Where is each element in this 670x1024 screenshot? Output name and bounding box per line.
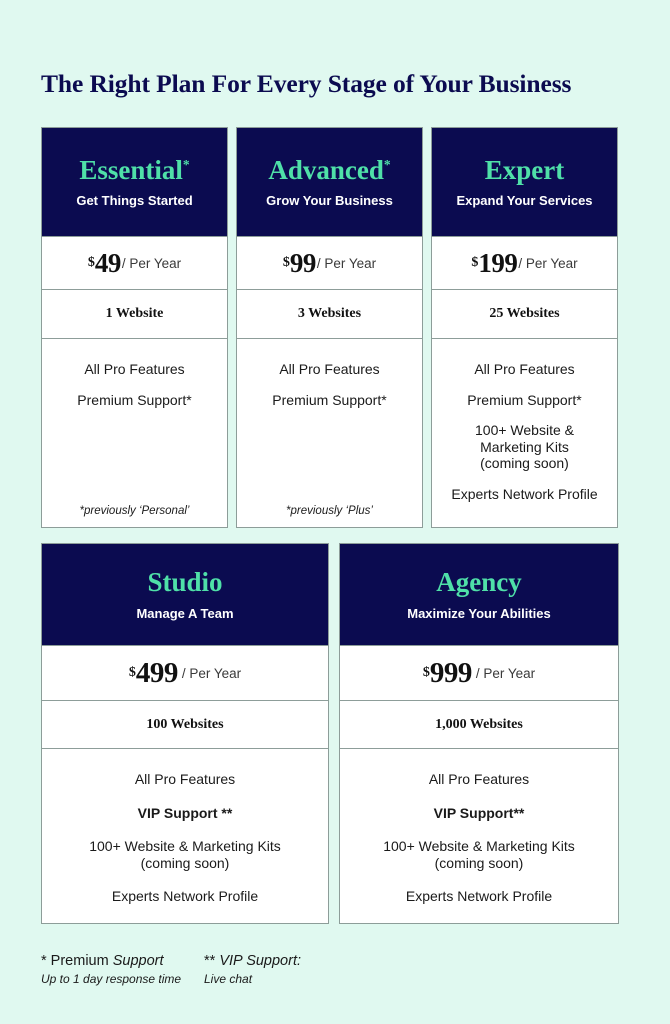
- feature-item: All Pro Features: [279, 361, 380, 377]
- legend-term-text: VIP Support:: [219, 953, 302, 969]
- plan-price-studio: $ 499 / Per Year: [42, 645, 328, 700]
- price-amount: 199: [478, 247, 518, 278]
- plan-features-expert: All Pro Features Premium Support* 100+ W…: [432, 338, 617, 527]
- price-period: / Per Year: [518, 255, 578, 271]
- feature-item: Premium Support*: [77, 391, 192, 408]
- plan-header-agency: Agency Maximize Your Abilities: [340, 544, 618, 645]
- plan-tagline-expert: Expand Your Services: [456, 192, 593, 208]
- price-amount: 999: [429, 656, 473, 689]
- plan-price-advanced: $ 99 / Per Year: [237, 236, 422, 289]
- plan-websites-agency: 1,000 Websites: [340, 700, 618, 748]
- legend-marker: * Premium: [41, 953, 113, 969]
- plan-footnote-essential: *previously ‘Personal’: [79, 505, 190, 517]
- plan-footnote-advanced: *previously ‘Plus’: [286, 505, 373, 517]
- plan-card-agency[interactable]: Agency Maximize Your Abilities $ 999 / P…: [339, 543, 619, 924]
- plan-card-expert[interactable]: Expert Expand Your Services $ 199 / Per …: [431, 127, 618, 528]
- plan-price-essential: $ 49 / Per Year: [42, 236, 227, 289]
- price-amount: 49: [94, 247, 122, 278]
- plan-header-studio: Studio Manage A Team: [42, 544, 328, 645]
- price-period: / Per Year: [475, 665, 536, 681]
- plan-name-asterisk: *: [182, 156, 190, 172]
- plan-card-advanced[interactable]: Advanced* Grow Your Business $ 99 / Per …: [236, 127, 423, 528]
- plan-price-agency: $ 999 / Per Year: [340, 645, 618, 700]
- plan-tagline-advanced: Grow Your Business: [266, 192, 393, 208]
- plan-header-expert: Expert Expand Your Services: [432, 128, 617, 236]
- price-period: / Per Year: [121, 255, 182, 271]
- price-period: / Per Year: [181, 665, 242, 681]
- plan-name-text: Expert: [484, 154, 565, 185]
- pricing-page: The Right Plan For Every Stage of Your B…: [0, 0, 670, 1024]
- plan-features-agency: All Pro Features VIP Support** 100+ Webs…: [340, 748, 618, 923]
- page-title: The Right Plan For Every Stage of Your B…: [41, 69, 572, 99]
- plan-name-asterisk: *: [383, 156, 391, 172]
- plan-features-essential: All Pro Features Premium Support* *previ…: [42, 338, 227, 527]
- footnote-legend: * Premium Support Up to 1 day response t…: [41, 953, 367, 986]
- legend-term-vip: ** VIP Support:: [204, 953, 367, 969]
- feature-item: All Pro Features: [474, 361, 575, 377]
- plan-websites-advanced: 3 Websites: [237, 289, 422, 338]
- feature-item: Premium Support*: [467, 391, 582, 408]
- feature-item: Premium Support*: [272, 391, 387, 408]
- plan-price-expert: $ 199 / Per Year: [432, 236, 617, 289]
- plan-features-studio: All Pro Features VIP Support ** 100+ Web…: [42, 748, 328, 923]
- plan-name-studio: Studio: [147, 566, 223, 597]
- plan-card-essential[interactable]: Essential* Get Things Started $ 49 / Per…: [41, 127, 228, 528]
- feature-item: All Pro Features: [84, 361, 185, 377]
- feature-item: 100+ Website & Marketing Kits (coming so…: [475, 422, 574, 472]
- plan-websites-studio: 100 Websites: [42, 700, 328, 748]
- plan-tagline-essential: Get Things Started: [76, 192, 193, 208]
- price-period: / Per Year: [316, 255, 377, 271]
- feature-item: Experts Network Profile: [111, 888, 259, 905]
- plan-card-studio[interactable]: Studio Manage A Team $ 499 / Per Year 10…: [41, 543, 329, 924]
- feature-item: 100+ Website & Marketing Kits (coming so…: [89, 838, 281, 871]
- feature-item: VIP Support **: [137, 804, 233, 821]
- plan-name-text: Studio: [147, 566, 223, 597]
- plan-name-agency: Agency: [436, 566, 522, 597]
- plan-name-text: Advanced: [268, 154, 384, 185]
- plan-header-advanced: Advanced* Grow Your Business: [237, 128, 422, 236]
- price-amount: 499: [135, 656, 179, 689]
- plan-name-expert: Expert: [484, 154, 565, 185]
- legend-desc-premium: Up to 1 day response time: [41, 972, 182, 986]
- feature-item: All Pro Features: [428, 771, 530, 787]
- plan-name-text: Agency: [436, 566, 522, 597]
- legend-desc-vip: Live chat: [204, 972, 253, 986]
- feature-item: VIP Support**: [433, 804, 525, 821]
- plan-websites-expert: 25 Websites: [432, 289, 617, 338]
- legend-term-premium: * Premium Support: [41, 953, 204, 969]
- plan-features-advanced: All Pro Features Premium Support* *previ…: [237, 338, 422, 527]
- feature-item: Experts Network Profile: [405, 888, 553, 905]
- legend-premium-support: * Premium Support Up to 1 day response t…: [41, 953, 204, 986]
- feature-item: All Pro Features: [134, 771, 236, 787]
- plan-name-advanced: Advanced*: [268, 154, 391, 185]
- feature-item: Experts Network Profile: [451, 485, 598, 502]
- plan-name-text: Essential: [79, 154, 183, 185]
- legend-vip-support: ** VIP Support: Live chat: [204, 953, 367, 986]
- legend-term-text: Support: [112, 953, 164, 969]
- plan-tagline-studio: Manage A Team: [136, 605, 234, 621]
- legend-marker: **: [204, 953, 220, 969]
- plan-name-essential: Essential*: [79, 154, 190, 185]
- feature-item: 100+ Website & Marketing Kits (coming so…: [383, 838, 575, 871]
- plan-header-essential: Essential* Get Things Started: [42, 128, 227, 236]
- plan-websites-essential: 1 Website: [42, 289, 227, 338]
- price-amount: 99: [289, 247, 317, 278]
- plan-tagline-agency: Maximize Your Abilities: [407, 605, 551, 621]
